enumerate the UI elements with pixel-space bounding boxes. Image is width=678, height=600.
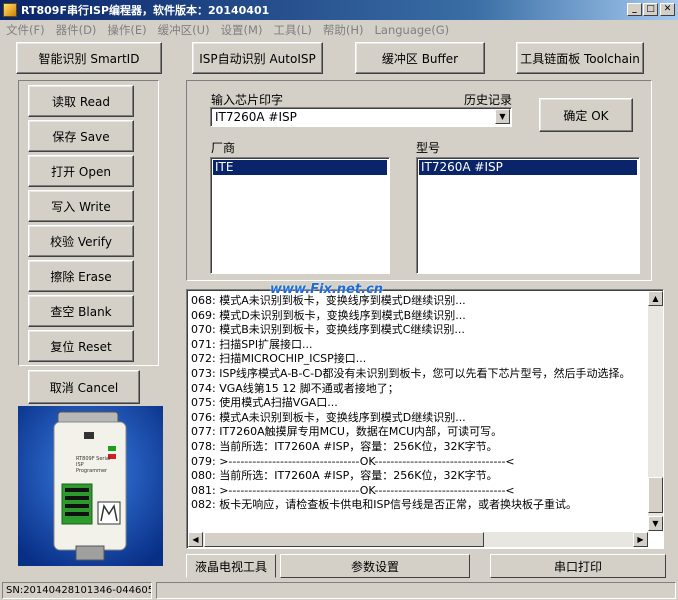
tab-parameters[interactable]: 参数设置 (280, 554, 470, 578)
tab-serial-print[interactable]: 串口打印 (490, 554, 666, 578)
menu-operation[interactable]: 操作(E) (107, 22, 146, 38)
status-cell-empty (156, 582, 676, 599)
log-line: 080: 当前所选：IT7260A #ISP，容量：256K位，32K字节。 (191, 469, 498, 483)
log-line: 072: 扫描MICROCHIP_ICSP接口... (191, 352, 367, 366)
log-line: 079: >---------------------------------O… (191, 454, 515, 468)
cancel-button[interactable]: 取消 Cancel (28, 370, 140, 404)
log-line: 081: >---------------------------------O… (191, 483, 515, 497)
menu-settings[interactable]: 设置(M) (221, 22, 263, 38)
menu-tools[interactable]: 工具(L) (273, 22, 311, 38)
scroll-right-icon[interactable]: ▶ (633, 532, 648, 547)
chip-combo-value: IT7260A #ISP (215, 110, 297, 124)
log-line: 078: 当前所选：IT7260A #ISP，容量：256K位，32K字节。 (191, 439, 498, 453)
menu-help[interactable]: 帮助(H) (323, 22, 364, 38)
model-item-selected[interactable]: IT7260A #ISP (419, 160, 637, 175)
model-list[interactable]: IT7260A #ISP (416, 157, 640, 274)
menu-device[interactable]: 器件(D) (56, 22, 97, 38)
log-line: 077: IT7260A触摸屏专用MCU，数据在MCU内部，可读可写。 (191, 425, 503, 439)
chevron-down-icon[interactable]: ▼ (495, 109, 510, 124)
chip-input-label: 输入芯片印字 (211, 93, 284, 107)
reset-button[interactable]: 复位 Reset (28, 330, 134, 362)
history-label: 历史记录 (464, 93, 513, 107)
log-line: 070: 模式B未识别到板卡，变换线序到模式C继续识别... (191, 323, 465, 337)
toolchain-button[interactable]: 工具链面板 Toolchain (516, 42, 644, 74)
menu-file[interactable]: 文件(F) (6, 22, 45, 38)
log-line: 071: 扫描SPI扩展接口... (191, 337, 313, 351)
serial-number: SN:20140428101346-044605 (2, 582, 152, 599)
open-button[interactable]: 打开 Open (28, 155, 134, 187)
scroll-thumb[interactable] (648, 477, 663, 513)
programmer-drawing (18, 406, 163, 566)
window-title: RT809F串行ISP编程器，软件版本：20140401 (21, 4, 270, 17)
blank-button[interactable]: 查空 Blank (28, 295, 134, 327)
log-vertical-scrollbar[interactable]: ▲ ▼ (648, 291, 663, 531)
vendor-list[interactable]: ITE (210, 157, 390, 274)
close-button[interactable]: ✕ (660, 3, 675, 16)
status-bar: SN:20140428101346-044605 (0, 580, 678, 600)
scroll-up-icon[interactable]: ▲ (648, 291, 663, 306)
log-horizontal-scrollbar[interactable]: ◀ ▶ (188, 532, 648, 547)
erase-button[interactable]: 擦除 Erase (28, 260, 134, 292)
buffer-button[interactable]: 缓冲区 Buffer (355, 42, 485, 74)
chip-combo[interactable]: IT7260A #ISP ▼ (210, 107, 512, 127)
log-line: 076: 模式A未识别到板卡，变换线序到模式D继续识别... (191, 410, 466, 424)
device-label: RT809F Serial ISP Programmer (76, 456, 111, 474)
menu-buffer[interactable]: 缓冲区(U) (158, 22, 210, 38)
title-bar: RT809F串行ISP编程器，软件版本：20140401 _ □ ✕ (0, 0, 678, 20)
autoisp-button[interactable]: ISP自动识别 AutoISP (192, 42, 323, 74)
smartid-button[interactable]: 智能识别 SmartID (16, 42, 162, 74)
save-button[interactable]: 保存 Save (28, 120, 134, 152)
menu-bar: 文件(F) 器件(D) 操作(E) 缓冲区(U) 设置(M) 工具(L) 帮助(… (0, 20, 678, 39)
log-line: 074: VGA线第15 12 脚不通或者接地了； (191, 381, 399, 395)
vendor-item-selected[interactable]: ITE (213, 160, 387, 175)
log-line: 068: 模式A未识别到板卡，变换线序到模式D继续识别... (191, 294, 466, 307)
minimize-button[interactable]: _ (627, 3, 642, 16)
log-line: 073: ISP线序模式A-B-C-D都没有未识别到板卡，您可以先看下芯片型号，… (191, 366, 631, 380)
write-button[interactable]: 写入 Write (28, 190, 134, 222)
programmer-image: RT809F Serial ISP Programmer (18, 406, 163, 566)
log-line: 082: 板卡无响应，请检查板卡供电和ISP信号线是否正常，或者换块板子重试。 (191, 498, 578, 512)
scroll-left-icon[interactable]: ◀ (188, 532, 203, 547)
app-icon (3, 3, 17, 17)
menu-language[interactable]: Language(G) (374, 23, 449, 37)
log-line: 075: 使用模式A扫描VGA口... (191, 396, 338, 410)
log-lines: 068: 模式A未识别到板卡，变换线序到模式D继续识别... 069: 模式D未… (191, 294, 633, 513)
read-button[interactable]: 读取 Read (28, 85, 134, 117)
vendor-label: 厂商 (211, 141, 236, 155)
verify-button[interactable]: 校验 Verify (28, 225, 134, 257)
scroll-down-icon[interactable]: ▼ (648, 516, 663, 531)
log-line: 069: 模式D未识别到板卡，变换线序到模式B继续识别... (191, 308, 466, 322)
maximize-button[interactable]: □ (643, 3, 658, 16)
ok-button[interactable]: 确定 OK (539, 98, 633, 132)
hscroll-thumb[interactable] (204, 532, 484, 547)
log-output[interactable]: 068: 模式A未识别到板卡，变换线序到模式D继续识别... 069: 模式D未… (186, 289, 664, 549)
tab-lcd-tools[interactable]: 液晶电视工具 (186, 554, 276, 578)
model-label: 型号 (416, 141, 441, 155)
